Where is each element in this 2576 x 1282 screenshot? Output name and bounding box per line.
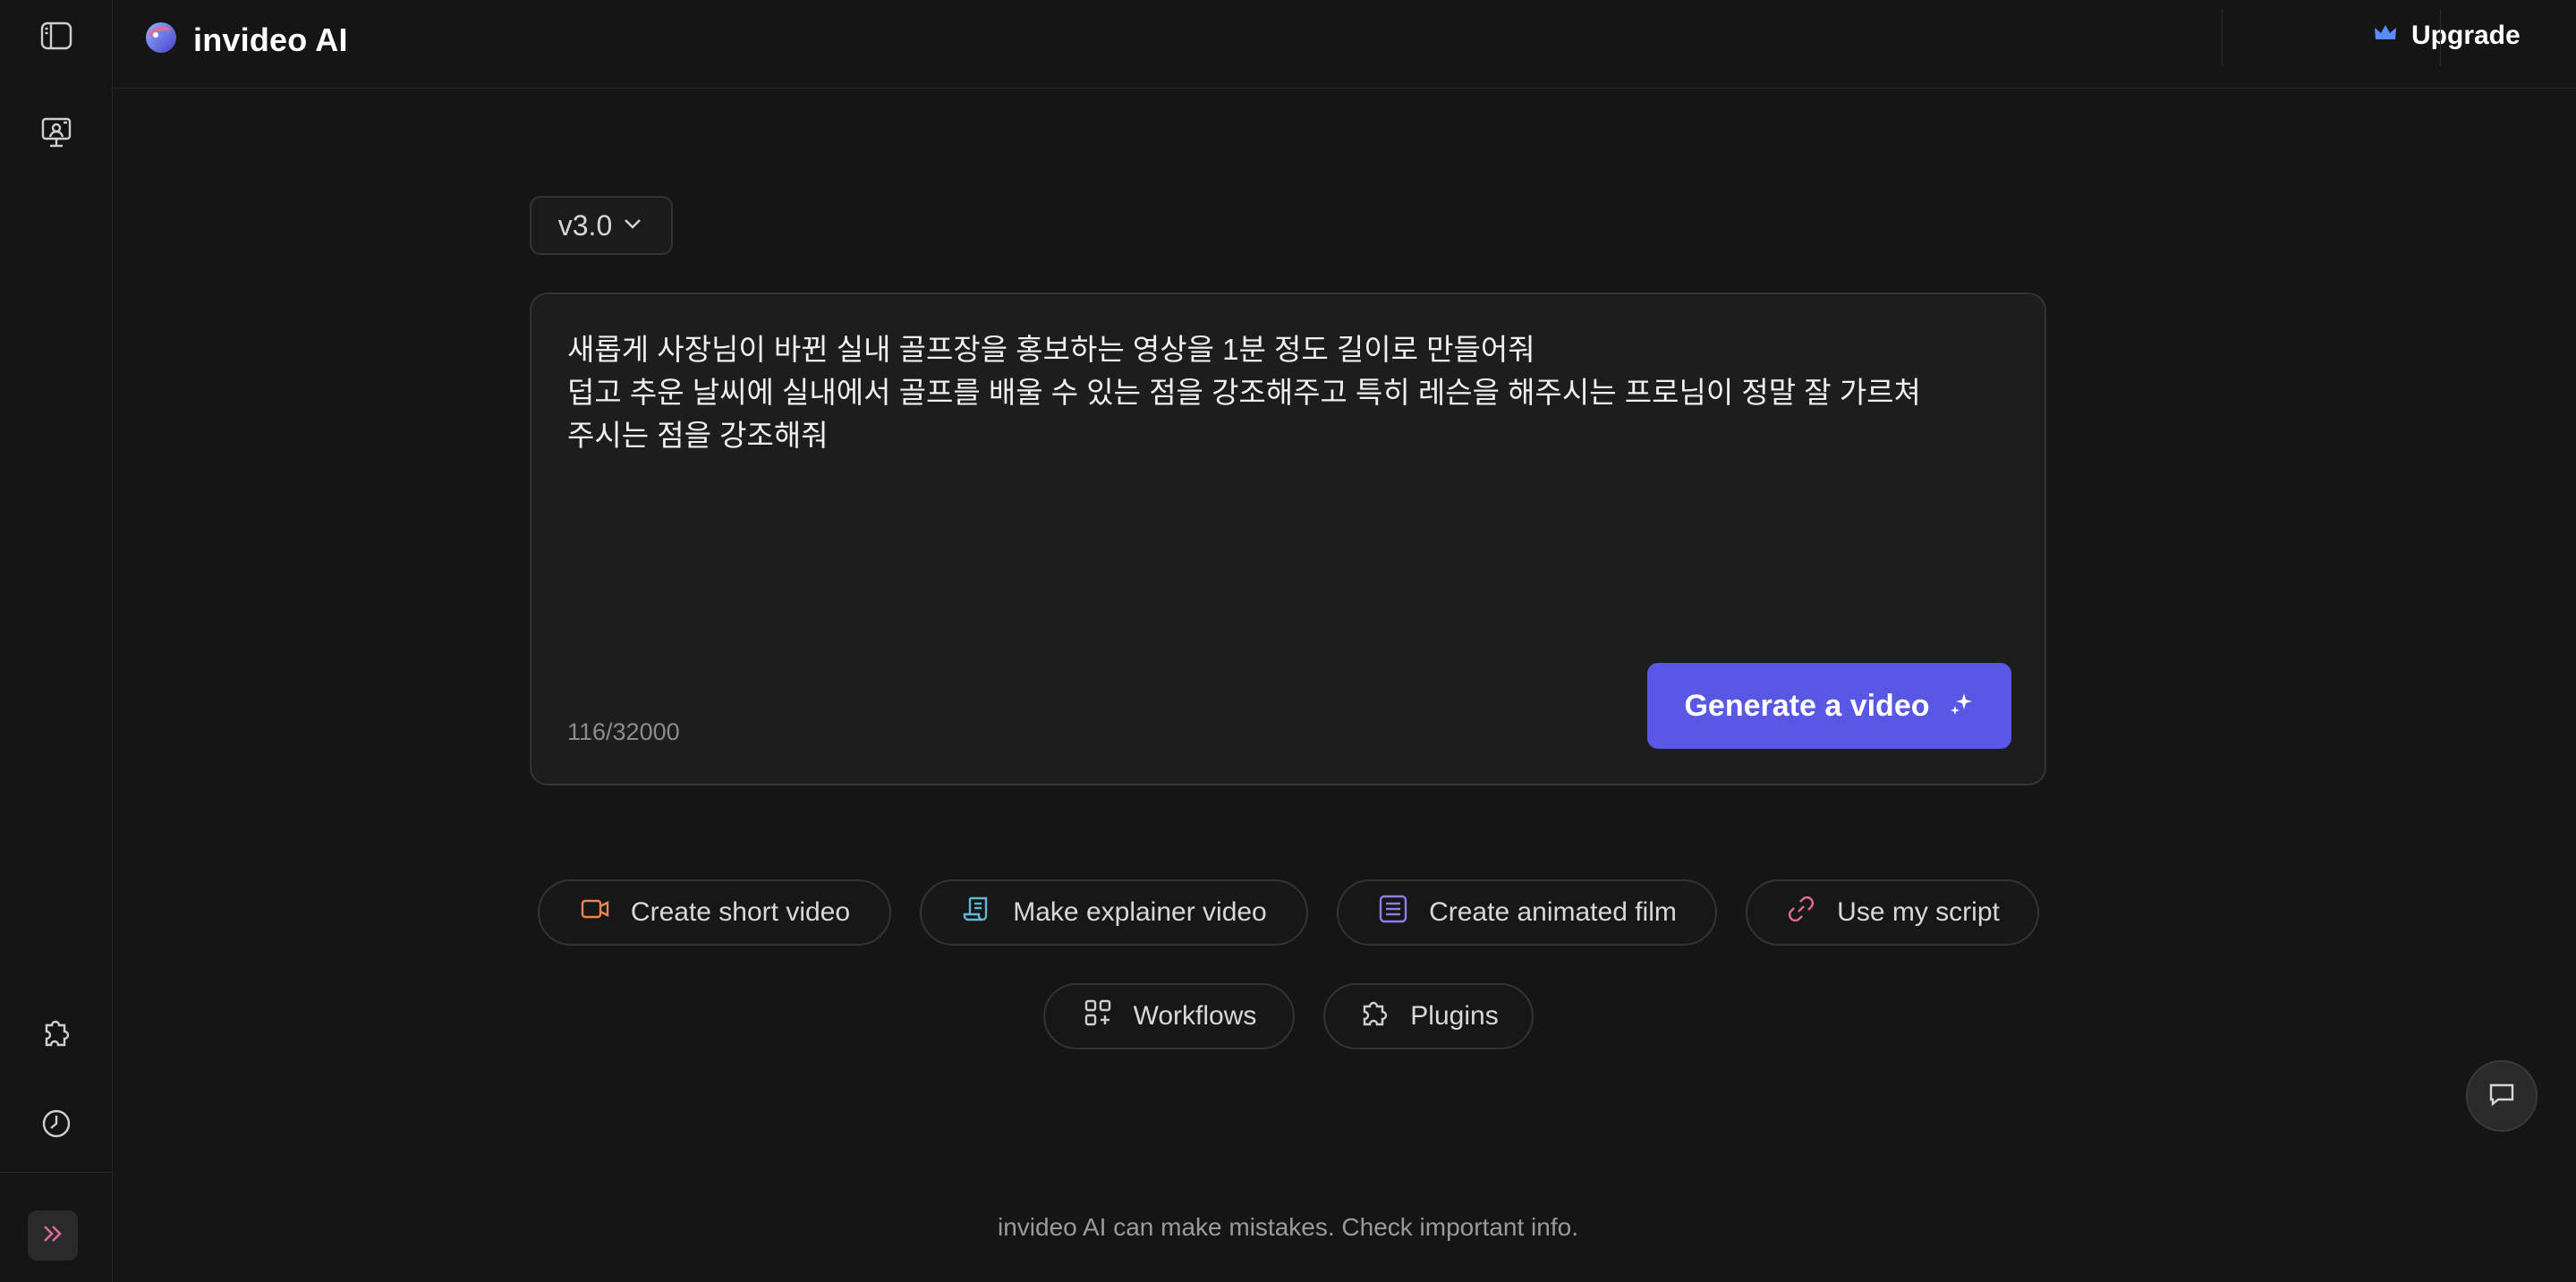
presentation-icon xyxy=(38,115,74,155)
scroll-icon xyxy=(961,893,993,932)
pill-label: Plugins xyxy=(1410,1001,1499,1031)
create-short-video-button[interactable]: Create short video xyxy=(538,879,891,946)
list-icon xyxy=(1377,893,1409,932)
puzzle-icon xyxy=(1358,997,1390,1036)
puzzle-icon xyxy=(38,1014,74,1054)
version-select[interactable]: v3.0 xyxy=(530,196,673,255)
disclaimer-text: invideo AI can make mistakes. Check impo… xyxy=(998,1213,1578,1241)
app-logo[interactable]: invideo AI xyxy=(141,18,348,62)
create-animated-film-button[interactable]: Create animated film xyxy=(1337,879,1717,946)
footer-disclaimer: invideo AI can make mistakes. Check impo… xyxy=(0,1213,2576,1242)
sidebar-divider xyxy=(0,1172,112,1173)
version-label: v3.0 xyxy=(557,208,613,242)
link-icon xyxy=(1785,893,1817,932)
sidebar-item-plugins[interactable] xyxy=(34,1011,79,1056)
character-counter: 116/32000 xyxy=(567,718,680,745)
sidebar-item-history[interactable] xyxy=(34,1103,79,1148)
sidebar-toggle-icon xyxy=(38,18,74,58)
top-bar: invideo AI Upgrade 태민 xyxy=(113,0,2576,89)
sidebar xyxy=(0,0,113,1282)
sidebar-item-presentations[interactable] xyxy=(34,112,79,157)
prompt-box[interactable]: 새롭게 사장님이 바뀐 실내 골프장을 홍보하는 영상을 1분 정도 길이로 만… xyxy=(530,293,2046,785)
pill-label: Workflows xyxy=(1133,1001,1257,1031)
pill-label: Create animated film xyxy=(1429,897,1677,927)
generate-video-button[interactable]: Generate a video xyxy=(1647,663,2011,749)
video-camera-icon xyxy=(579,893,611,932)
grid-plus-icon xyxy=(1082,997,1114,1036)
sparkle-icon xyxy=(1948,691,1975,722)
generate-label: Generate a video xyxy=(1684,688,1930,723)
sidebar-toggle-button[interactable] xyxy=(34,15,79,60)
crown-icon xyxy=(2372,20,2399,51)
chevron-down-icon xyxy=(621,209,644,242)
upgrade-button[interactable]: Upgrade xyxy=(2372,20,2521,51)
app-title: invideo AI xyxy=(193,21,348,58)
topbar-divider-2 xyxy=(2440,9,2441,66)
chat-bubble-icon xyxy=(2486,1078,2518,1115)
pill-label: Use my script xyxy=(1837,897,2000,927)
history-clock-icon xyxy=(38,1106,74,1146)
plugins-button[interactable]: Plugins xyxy=(1323,983,1534,1049)
pill-label: Make explainer video xyxy=(1013,897,1267,927)
invideo-logo-icon xyxy=(141,18,181,62)
make-explainer-video-button[interactable]: Make explainer video xyxy=(920,879,1308,946)
pill-label: Create short video xyxy=(630,897,851,927)
prompt-textarea[interactable]: 새롭게 사장님이 바뀐 실내 골프장을 홍보하는 영상을 1분 정도 길이로 만… xyxy=(567,328,2008,457)
upgrade-label: Upgrade xyxy=(2411,20,2521,50)
chat-support-button[interactable] xyxy=(2466,1060,2538,1132)
workflows-button[interactable]: Workflows xyxy=(1043,983,1295,1049)
topbar-divider xyxy=(2222,9,2223,66)
use-my-script-button[interactable]: Use my script xyxy=(1746,879,2039,946)
